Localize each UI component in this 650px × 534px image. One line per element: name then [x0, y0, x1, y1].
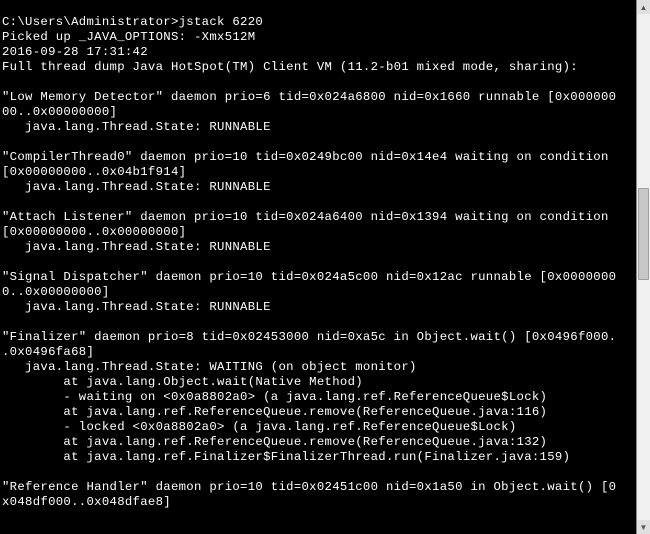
output-line: Picked up _JAVA_OPTIONS: -Xmx512M — [2, 30, 636, 45]
output-line: java.lang.Thread.State: RUNNABLE — [2, 120, 636, 135]
output-line: "Signal Dispatcher" daemon prio=10 tid=0… — [2, 270, 636, 285]
output-line: x048df000..0x048dfae8] — [2, 495, 636, 510]
output-line: "Low Memory Detector" daemon prio=6 tid=… — [2, 90, 636, 105]
output-line: .0x0496fa68] — [2, 345, 636, 360]
output-line: 0..0x00000000] — [2, 285, 636, 300]
output-line: - waiting on <0x0a8802a0> (a java.lang.r… — [2, 390, 636, 405]
output-line: at java.lang.Object.wait(Native Method) — [2, 375, 636, 390]
output-line: [0x00000000..0x00000000] — [2, 225, 636, 240]
output-line: java.lang.Thread.State: RUNNABLE — [2, 240, 636, 255]
command-prompt-line: C:\Users\Administrator>jstack 6220 — [2, 15, 636, 30]
output-line — [2, 315, 636, 330]
output-line — [2, 195, 636, 210]
output-line: at java.lang.ref.ReferenceQueue.remove(R… — [2, 435, 636, 450]
output-line — [2, 465, 636, 480]
output-line: "CompilerThread0" daemon prio=10 tid=0x0… — [2, 150, 636, 165]
scroll-thumb[interactable] — [638, 188, 649, 280]
output-line: at java.lang.ref.ReferenceQueue.remove(R… — [2, 405, 636, 420]
scroll-up-arrow-icon[interactable]: ▲ — [637, 0, 650, 14]
output-line — [2, 75, 636, 90]
vertical-scrollbar[interactable]: ▲ ▼ — [636, 0, 650, 534]
output-line: "Finalizer" daemon prio=8 tid=0x02453000… — [2, 330, 636, 345]
output-line: [0x00000000..0x04b1f914] — [2, 165, 636, 180]
output-line: "Attach Listener" daemon prio=10 tid=0x0… — [2, 210, 636, 225]
output-line: java.lang.Thread.State: RUNNABLE — [2, 300, 636, 315]
terminal-output: C:\Users\Administrator>jstack 6220Picked… — [0, 0, 636, 534]
output-line — [2, 255, 636, 270]
scroll-down-arrow-icon[interactable]: ▼ — [637, 520, 650, 534]
output-line: - locked <0x0a8802a0> (a java.lang.ref.R… — [2, 420, 636, 435]
output-line: 2016-09-28 17:31:42 — [2, 45, 636, 60]
output-line: at java.lang.ref.Finalizer$FinalizerThre… — [2, 450, 636, 465]
output-line — [2, 135, 636, 150]
output-line: java.lang.Thread.State: WAITING (on obje… — [2, 360, 636, 375]
output-line: java.lang.Thread.State: RUNNABLE — [2, 180, 636, 195]
output-line: Full thread dump Java HotSpot(TM) Client… — [2, 60, 636, 75]
output-line: "Reference Handler" daemon prio=10 tid=0… — [2, 480, 636, 495]
output-line: 00..0x00000000] — [2, 105, 636, 120]
